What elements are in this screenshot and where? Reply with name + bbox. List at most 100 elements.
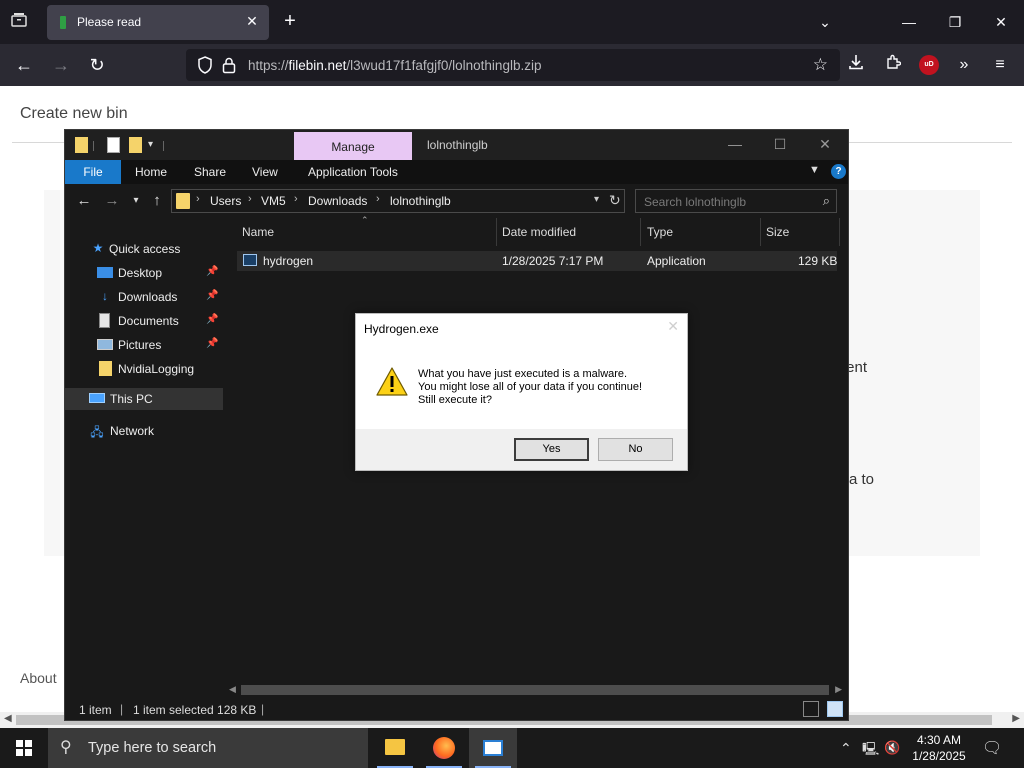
- address-dropdown-icon[interactable]: ▾: [594, 194, 599, 205]
- downloads-toolbar-icon[interactable]: [845, 54, 867, 76]
- explorer-minimize-icon[interactable]: —: [725, 136, 745, 154]
- chevron-right-icon[interactable]: ›: [196, 193, 200, 205]
- nav-desktop[interactable]: Desktop 📌: [65, 262, 223, 284]
- taskbar-search-input[interactable]: ⚲ Type here to search: [48, 728, 368, 768]
- browser-tab[interactable]: Please read ✕: [47, 5, 269, 40]
- reload-icon[interactable]: ↻: [86, 54, 108, 76]
- file-row[interactable]: hydrogen 1/28/2025 7:17 PM Application 1…: [237, 251, 837, 271]
- network-disconnected-icon[interactable]: 🖳: [862, 740, 879, 762]
- scroll-left-icon[interactable]: ◀: [229, 684, 236, 695]
- column-divider[interactable]: [496, 218, 497, 246]
- more-tools-icon[interactable]: »: [953, 54, 975, 76]
- nav-nvidialogging[interactable]: NvidiaLogging: [65, 358, 223, 380]
- bookmark-star-icon[interactable]: ☆: [813, 55, 828, 75]
- up-icon[interactable]: ↑: [148, 192, 166, 210]
- item-count: 1 item: [79, 703, 112, 717]
- notifications-icon[interactable]: 🗨: [982, 738, 1002, 758]
- column-header-type[interactable]: Type: [647, 225, 673, 239]
- column-header-name[interactable]: Name: [242, 225, 274, 239]
- nav-pictures[interactable]: Pictures 📌: [65, 334, 223, 356]
- customize-toolbar-icon[interactable]: ▾: [148, 139, 153, 155]
- column-divider[interactable]: [760, 218, 761, 246]
- nav-documents[interactable]: Documents 📌: [65, 310, 223, 332]
- ribbon-tab-home[interactable]: Home: [135, 160, 167, 184]
- nav-quick-access[interactable]: ★ Quick access: [65, 238, 223, 260]
- taskbar-app-hydrogen[interactable]: [469, 728, 517, 768]
- column-header-size[interactable]: Size: [766, 225, 789, 239]
- nav-downloads[interactable]: ↓ Downloads 📌: [65, 286, 223, 308]
- explorer-title-bar[interactable]: ▾ Manage lolnothinglb — ☐ ✕: [65, 130, 848, 160]
- ribbon-tab-file[interactable]: File: [65, 160, 121, 184]
- show-hidden-icons-icon[interactable]: ⌃: [840, 740, 852, 757]
- recent-locations-icon[interactable]: ▾: [127, 192, 145, 210]
- column-divider[interactable]: [640, 218, 641, 246]
- large-icons-view-icon[interactable]: [827, 701, 843, 717]
- column-divider[interactable]: [839, 218, 840, 246]
- about-link[interactable]: About: [20, 670, 57, 686]
- search-input[interactable]: Search lolnothinglb ⌕: [635, 189, 837, 213]
- column-header-date[interactable]: Date modified: [502, 225, 576, 239]
- search-icon[interactable]: ⌕: [823, 193, 830, 209]
- taskbar-app-file-explorer[interactable]: [371, 728, 419, 768]
- chevron-right-icon[interactable]: ›: [376, 193, 380, 205]
- address-bar[interactable]: › Users › VM5 › Downloads › lolnothinglb…: [171, 189, 625, 213]
- pin-icon[interactable]: 📌: [206, 266, 218, 277]
- tab-list-icon[interactable]: [8, 12, 30, 32]
- yes-button[interactable]: Yes: [514, 438, 589, 461]
- url-host: filebin.net: [288, 58, 347, 73]
- app-menu-icon[interactable]: ≡: [989, 54, 1011, 76]
- pin-icon[interactable]: 📌: [206, 314, 218, 325]
- no-button[interactable]: No: [598, 438, 673, 461]
- nav-this-pc[interactable]: This PC: [65, 388, 223, 410]
- close-window-icon[interactable]: ✕: [991, 12, 1011, 32]
- breadcrumb[interactable]: Users: [210, 194, 241, 208]
- expand-ribbon-icon[interactable]: ▼: [809, 164, 820, 176]
- scroll-right-icon[interactable]: ▶: [1012, 713, 1020, 724]
- scroll-right-icon[interactable]: ▶: [835, 684, 842, 695]
- ublock-origin-icon[interactable]: uD: [919, 55, 939, 75]
- lock-icon[interactable]: [222, 56, 236, 74]
- system-clock[interactable]: 4:30 AM 1/28/2025: [904, 732, 974, 764]
- start-button[interactable]: [0, 728, 48, 768]
- new-tab-icon[interactable]: +: [280, 11, 300, 32]
- url-bar[interactable]: https://filebin.net/l3wud17f1fafgjf0/lol…: [186, 49, 840, 81]
- volume-muted-icon[interactable]: 🔇: [884, 740, 900, 756]
- ribbon-tab-share[interactable]: Share: [194, 160, 226, 184]
- breadcrumb[interactable]: lolnothinglb: [390, 194, 451, 208]
- forward-icon[interactable]: →: [103, 192, 121, 210]
- sort-ascending-icon: ⌃: [361, 215, 369, 225]
- pin-icon[interactable]: 📌: [206, 290, 218, 301]
- ribbon-tab-view[interactable]: View: [252, 160, 278, 184]
- chevron-right-icon[interactable]: ›: [294, 193, 298, 205]
- refresh-icon[interactable]: ↻: [609, 192, 621, 209]
- nav-network[interactable]: 🖧 Network: [65, 420, 223, 442]
- back-icon[interactable]: ←: [13, 54, 35, 76]
- new-folder-icon[interactable]: [129, 137, 142, 153]
- chevron-right-icon[interactable]: ›: [248, 193, 252, 205]
- breadcrumb[interactable]: VM5: [261, 194, 286, 208]
- minimize-icon[interactable]: —: [899, 12, 919, 32]
- tab-close-icon[interactable]: ✕: [243, 12, 261, 30]
- details-view-icon[interactable]: [803, 701, 819, 717]
- dialog-close-icon[interactable]: ✕: [667, 318, 679, 335]
- explorer-maximize-icon[interactable]: ☐: [770, 136, 790, 154]
- help-icon[interactable]: ?: [831, 164, 846, 179]
- extensions-icon[interactable]: [882, 54, 904, 76]
- properties-icon[interactable]: [107, 137, 120, 153]
- pin-icon[interactable]: 📌: [206, 338, 218, 349]
- scroll-left-icon[interactable]: ◀: [4, 713, 12, 724]
- file-list-horizontal-scrollbar[interactable]: ◀ ▶: [223, 682, 848, 698]
- breadcrumb[interactable]: Downloads: [308, 194, 367, 208]
- url-text[interactable]: https://filebin.net/l3wud17f1fafgjf0/lol…: [248, 58, 541, 73]
- page-title[interactable]: Create new bin: [20, 105, 128, 123]
- taskbar-app-firefox[interactable]: [420, 728, 468, 768]
- manage-tab[interactable]: Manage: [294, 132, 412, 160]
- back-icon[interactable]: ←: [75, 192, 93, 210]
- ribbon-tab-application-tools[interactable]: Application Tools: [308, 160, 398, 184]
- forward-icon[interactable]: →: [50, 54, 72, 76]
- explorer-close-icon[interactable]: ✕: [815, 136, 835, 154]
- tracking-shield-icon[interactable]: [196, 56, 214, 74]
- restore-icon[interactable]: ❐: [945, 12, 965, 32]
- scrollbar-thumb[interactable]: [241, 685, 829, 695]
- list-all-tabs-icon[interactable]: ⌄: [815, 12, 835, 32]
